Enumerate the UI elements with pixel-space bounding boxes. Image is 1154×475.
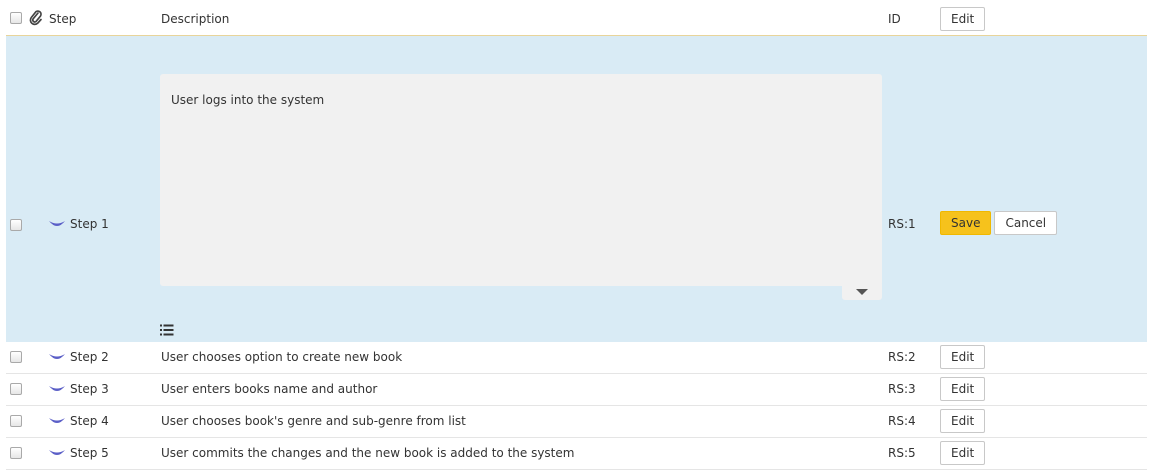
- step-label: Step 3: [70, 382, 109, 396]
- editor-expand-toggle[interactable]: [842, 284, 882, 300]
- edit-button[interactable]: Edit: [940, 441, 986, 465]
- step-label: Step 2: [70, 350, 109, 364]
- step-cell: Step 5: [48, 446, 109, 460]
- id-cell[interactable]: RS:1: [888, 217, 916, 231]
- description-cell: User chooses option to create new book: [161, 350, 403, 364]
- id-cell[interactable]: RS:3: [888, 382, 916, 396]
- step-label: Step 1: [70, 217, 109, 231]
- editing-row: Step 1 User logs into the system RS:1 Sa…: [6, 36, 1147, 342]
- table-row: Step 4 User chooses book's genre and sub…: [6, 406, 1147, 438]
- row-checkbox[interactable]: [10, 383, 22, 395]
- edit-button[interactable]: Edit: [940, 345, 986, 369]
- caret-down-icon: [856, 289, 868, 295]
- id-cell[interactable]: RS:4: [888, 414, 916, 428]
- edit-button[interactable]: Edit: [940, 409, 986, 433]
- step-arc-icon: [49, 385, 65, 391]
- step-arc-icon: [49, 449, 65, 455]
- step-column-header[interactable]: Step: [49, 12, 76, 26]
- paperclip-icon: [29, 10, 43, 26]
- description-column-header[interactable]: Description: [161, 12, 229, 26]
- table-row: Step 2 User chooses option to create new…: [6, 342, 1147, 374]
- grid-header: Step Description ID Edit: [6, 0, 1147, 36]
- row-checkbox[interactable]: [10, 219, 22, 231]
- table-row: Step 5 User commits the changes and the …: [6, 438, 1147, 470]
- list-icon[interactable]: [160, 324, 174, 336]
- id-cell[interactable]: RS:2: [888, 350, 916, 364]
- step-cell: Step 4: [48, 414, 109, 428]
- description-cell: User commits the changes and the new boo…: [161, 446, 575, 460]
- row-checkbox[interactable]: [10, 447, 22, 459]
- step-label: Step 5: [70, 446, 109, 460]
- id-cell[interactable]: RS:5: [888, 446, 916, 460]
- edit-all-button[interactable]: Edit: [940, 7, 986, 31]
- row-checkbox[interactable]: [10, 351, 22, 363]
- edit-button[interactable]: Edit: [940, 377, 986, 401]
- step-label: Step 4: [70, 414, 109, 428]
- row-checkbox[interactable]: [10, 415, 22, 427]
- step-arc-icon: [49, 353, 65, 359]
- test-steps-grid: Step Description ID Edit Step 1 User log…: [6, 0, 1147, 470]
- step-cell: Step 3: [48, 382, 109, 396]
- id-column-header[interactable]: ID: [888, 12, 901, 26]
- table-row: Step 3 User enters books name and author…: [6, 374, 1147, 406]
- cancel-button[interactable]: Cancel: [994, 211, 1058, 235]
- step-cell: Step 2: [48, 350, 109, 364]
- description-cell: User enters books name and author: [161, 382, 378, 396]
- step-arc-icon: [49, 220, 65, 226]
- save-button[interactable]: Save: [940, 211, 992, 235]
- description-editor[interactable]: User logs into the system: [160, 74, 882, 286]
- step-arc-icon: [49, 417, 65, 423]
- select-all-checkbox[interactable]: [10, 12, 22, 24]
- description-cell: User chooses book's genre and sub-genre …: [161, 414, 466, 428]
- step-cell: Step 1: [48, 217, 109, 231]
